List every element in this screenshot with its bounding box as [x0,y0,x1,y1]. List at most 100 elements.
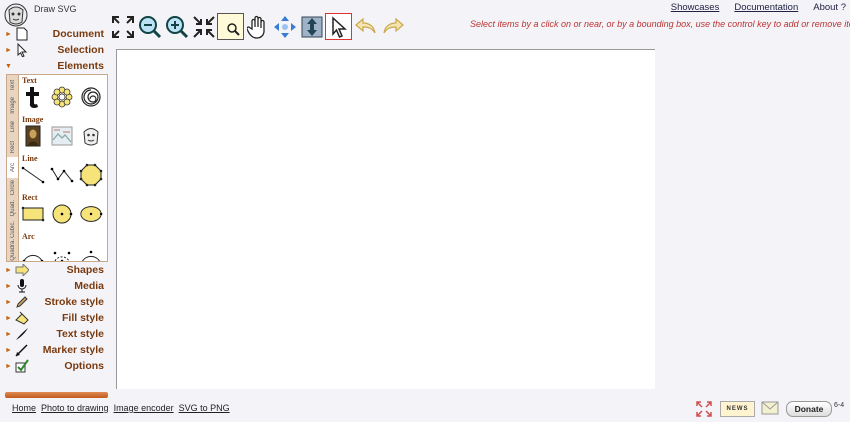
tab-text[interactable]: Text [7,75,18,96]
redo-icon[interactable] [379,13,406,40]
group-label-rect: Rect [22,193,38,202]
line-polygon-icon[interactable] [79,163,103,187]
documentation-link[interactable]: Documentation [734,2,798,13]
section-document[interactable]: ► Document [4,26,106,42]
collapsed-arrow-icon: ► [5,282,12,290]
collapsed-arrow-icon: ► [5,298,12,306]
move-arrows-icon[interactable] [271,13,298,40]
section-label: Shapes [66,264,104,276]
fullscreen-icon[interactable] [696,401,712,422]
shapes-icon [15,263,29,277]
section-label: Fill style [61,312,104,324]
marker-icon [15,343,29,357]
section-label: Marker style [42,344,104,356]
section-text-style[interactable]: ► Text style [4,326,106,342]
collapsed-arrow-icon: ► [5,362,12,370]
undo-icon[interactable] [352,13,379,40]
tab-circle[interactable]: Circle [7,178,18,199]
document-icon [15,27,29,41]
rect-rectangle-icon[interactable] [21,202,45,226]
paint-bucket-icon [15,311,29,325]
shrink-icon[interactable] [190,13,217,40]
tab-quad[interactable]: Quad. [7,198,18,219]
version-label: 6-4 [834,402,845,409]
text-t-icon[interactable] [21,85,45,109]
section-shapes[interactable]: ► Shapes [4,262,106,278]
selection-hint: Select items by a click on or near, or b… [470,19,850,29]
element-type-tabs: Text Image Line Rect Arc Circle Quad. Cu… [7,75,19,261]
toolbar [109,13,406,41]
rect-ellipse-icon[interactable] [79,202,103,226]
section-stroke-style[interactable]: ► Stroke style [4,294,106,310]
tab-image[interactable]: Image [7,96,18,117]
sidebar-resize-bar[interactable] [5,392,108,398]
image-face-icon[interactable] [79,124,103,148]
zoom-box-icon[interactable] [217,13,244,40]
collapsed-arrow-icon: ► [5,314,12,322]
group-label-line: Line [22,154,38,163]
group-label-text: Text [22,76,37,85]
news-button[interactable]: NEWS [720,401,755,417]
svg-to-png-link[interactable]: SVG to PNG [179,403,230,413]
pointer-icon [15,43,29,57]
tab-cubic[interactable]: Cubic. [7,219,18,240]
tab-rect[interactable]: Rect [7,137,18,158]
fit-screen-icon[interactable] [109,13,136,40]
section-options[interactable]: ► Options [4,358,106,374]
section-marker-style[interactable]: ► Marker style [4,342,106,358]
section-label: Text style [56,328,104,340]
collapsed-arrow-icon: ► [5,30,12,38]
section-label: Selection [57,44,104,56]
sidebar: ► Document ► Selection ▼ Elements Text I… [4,26,108,374]
app-logo[interactable] [3,2,29,28]
line-polyline-icon[interactable] [50,163,74,187]
collapsed-arrow-icon: ► [5,330,12,338]
pen-nib-icon [15,327,29,341]
group-label-arc: Arc [22,232,35,241]
home-link[interactable]: Home [12,403,36,413]
top-links: Showcases Documentation About ? [671,2,846,13]
image-map-icon[interactable] [50,124,74,148]
elements-palette: Text Image Line Rect Arc [19,75,107,261]
expanded-arrow-icon: ▼ [5,62,12,70]
text-flower-icon[interactable] [50,85,74,109]
image-painting-icon[interactable] [21,124,45,148]
photo-to-drawing-link[interactable]: Photo to drawing [41,403,109,413]
tab-quadra[interactable]: Quadra. [7,239,18,261]
app-title: Draw SVG [34,4,77,14]
arc-segment-icon[interactable] [50,241,74,261]
text-spiral-icon[interactable] [79,85,103,109]
pan-hand-icon[interactable] [244,13,271,40]
section-label: Document [52,28,104,40]
footer-links: Home Photo to drawing Image encoder SVG … [12,403,230,413]
section-selection[interactable]: ► Selection [4,42,106,58]
elements-panel: Text Image Line Rect Arc Circle Quad. Cu… [6,74,108,262]
zoom-in-icon[interactable] [163,13,190,40]
arc-pie-icon[interactable] [79,241,103,261]
tab-arc[interactable]: Arc [7,157,18,178]
drawing-canvas[interactable] [116,49,655,389]
group-label-image: Image [22,115,44,124]
mail-icon[interactable] [761,401,779,420]
microphone-icon [15,279,29,293]
select-pointer-icon[interactable] [325,13,352,40]
about-link[interactable]: About ? [813,2,846,13]
tab-line[interactable]: Line [7,116,18,137]
donate-button[interactable]: Donate [786,401,832,417]
arc-open-icon[interactable] [21,241,45,261]
section-label: Media [74,280,104,292]
section-label: Stroke style [44,296,104,308]
showcases-link[interactable]: Showcases [671,2,720,13]
section-fill-style[interactable]: ► Fill style [4,310,106,326]
section-label: Options [64,360,104,372]
rect-circle-icon[interactable] [50,202,74,226]
resize-vertical-icon[interactable] [298,13,325,40]
checkbox-icon [15,359,29,373]
line-straight-icon[interactable] [21,163,45,187]
pencil-icon [15,295,29,309]
image-encoder-link[interactable]: Image encoder [114,403,174,413]
section-elements[interactable]: ▼ Elements [4,58,106,74]
section-media[interactable]: ► Media [4,278,106,294]
section-label: Elements [57,60,104,72]
zoom-out-icon[interactable] [136,13,163,40]
